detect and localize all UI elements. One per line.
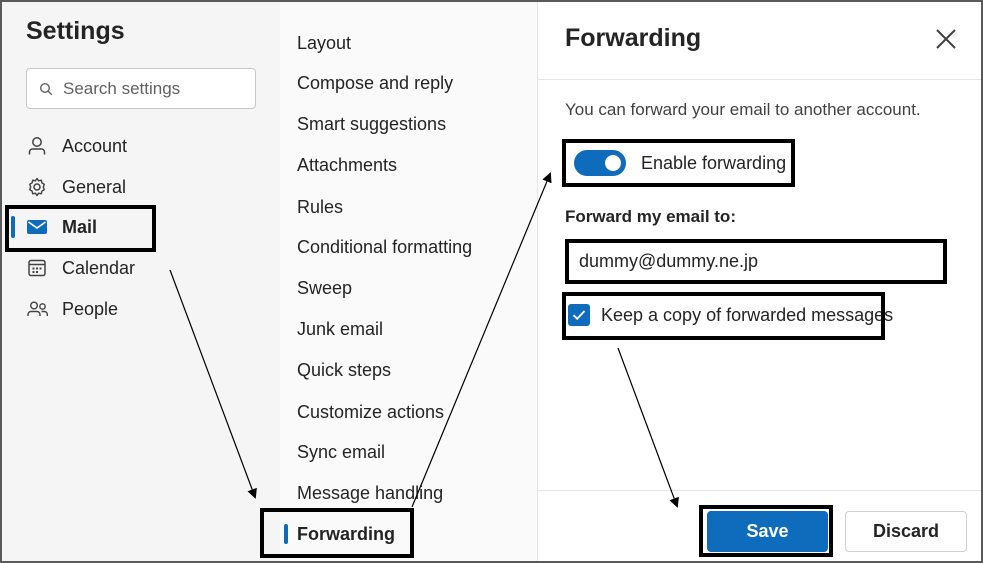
annotation-box-save [699,505,833,557]
panel-title: Forwarding [565,24,702,52]
menu-item-rules[interactable]: Rules [297,197,343,218]
panel-header: Forwarding [538,2,981,80]
mail-settings-menu: Layout Compose and reply Smart suggestio… [260,2,537,561]
menu-item-customize-actions[interactable]: Customize actions [297,402,444,423]
settings-dialog: Settings Account General Mail [0,0,983,563]
menu-item-compose-and-reply[interactable]: Compose and reply [297,73,453,94]
annotation-box-forwarding [260,508,414,558]
nav-item-label: People [62,298,119,319]
menu-item-junk-email[interactable]: Junk email [297,319,383,340]
annotation-box-keep-copy [562,292,885,340]
nav-item-account[interactable]: Account [26,131,127,161]
nav-item-people[interactable]: People [26,294,118,324]
nav-item-label: General [62,176,127,197]
close-icon [936,29,956,49]
annotation-box-toggle [562,139,795,187]
close-button[interactable] [931,24,961,54]
menu-item-layout[interactable]: Layout [297,33,351,54]
annotation-box-mail [5,205,156,252]
nav-item-label: Account [62,135,128,156]
search-icon [39,82,53,95]
discard-button[interactable]: Discard [845,511,967,552]
menu-item-attachments[interactable]: Attachments [297,155,397,176]
menu-item-sync-email[interactable]: Sync email [297,442,385,463]
forward-to-label: Forward my email to: [565,207,736,226]
panel-footer: Save Discard [538,490,981,561]
calendar-icon [26,257,52,279]
search-input[interactable] [63,78,233,99]
menu-item-quick-steps[interactable]: Quick steps [297,360,391,381]
forward-email-box [565,239,947,284]
person-icon [26,135,52,157]
nav-item-general[interactable]: General [26,172,126,202]
forward-email-input[interactable] [569,243,943,280]
menu-item-conditional-formatting[interactable]: Conditional formatting [297,237,472,258]
menu-item-message-handling[interactable]: Message handling [297,483,443,504]
forwarding-description: You can forward your email to another ac… [565,100,921,119]
search-settings-box[interactable] [26,68,256,109]
menu-item-sweep[interactable]: Sweep [297,278,352,299]
settings-title: Settings [26,17,125,45]
menu-item-smart-suggestions[interactable]: Smart suggestions [297,114,446,135]
people-icon [26,298,52,320]
nav-item-label: Calendar [62,257,136,278]
nav-item-calendar[interactable]: Calendar [26,253,135,283]
settings-nav-pane: Settings Account General Mail [2,2,280,561]
gear-icon [26,176,52,198]
forwarding-panel: Forwarding You can forward your email to… [537,2,981,561]
